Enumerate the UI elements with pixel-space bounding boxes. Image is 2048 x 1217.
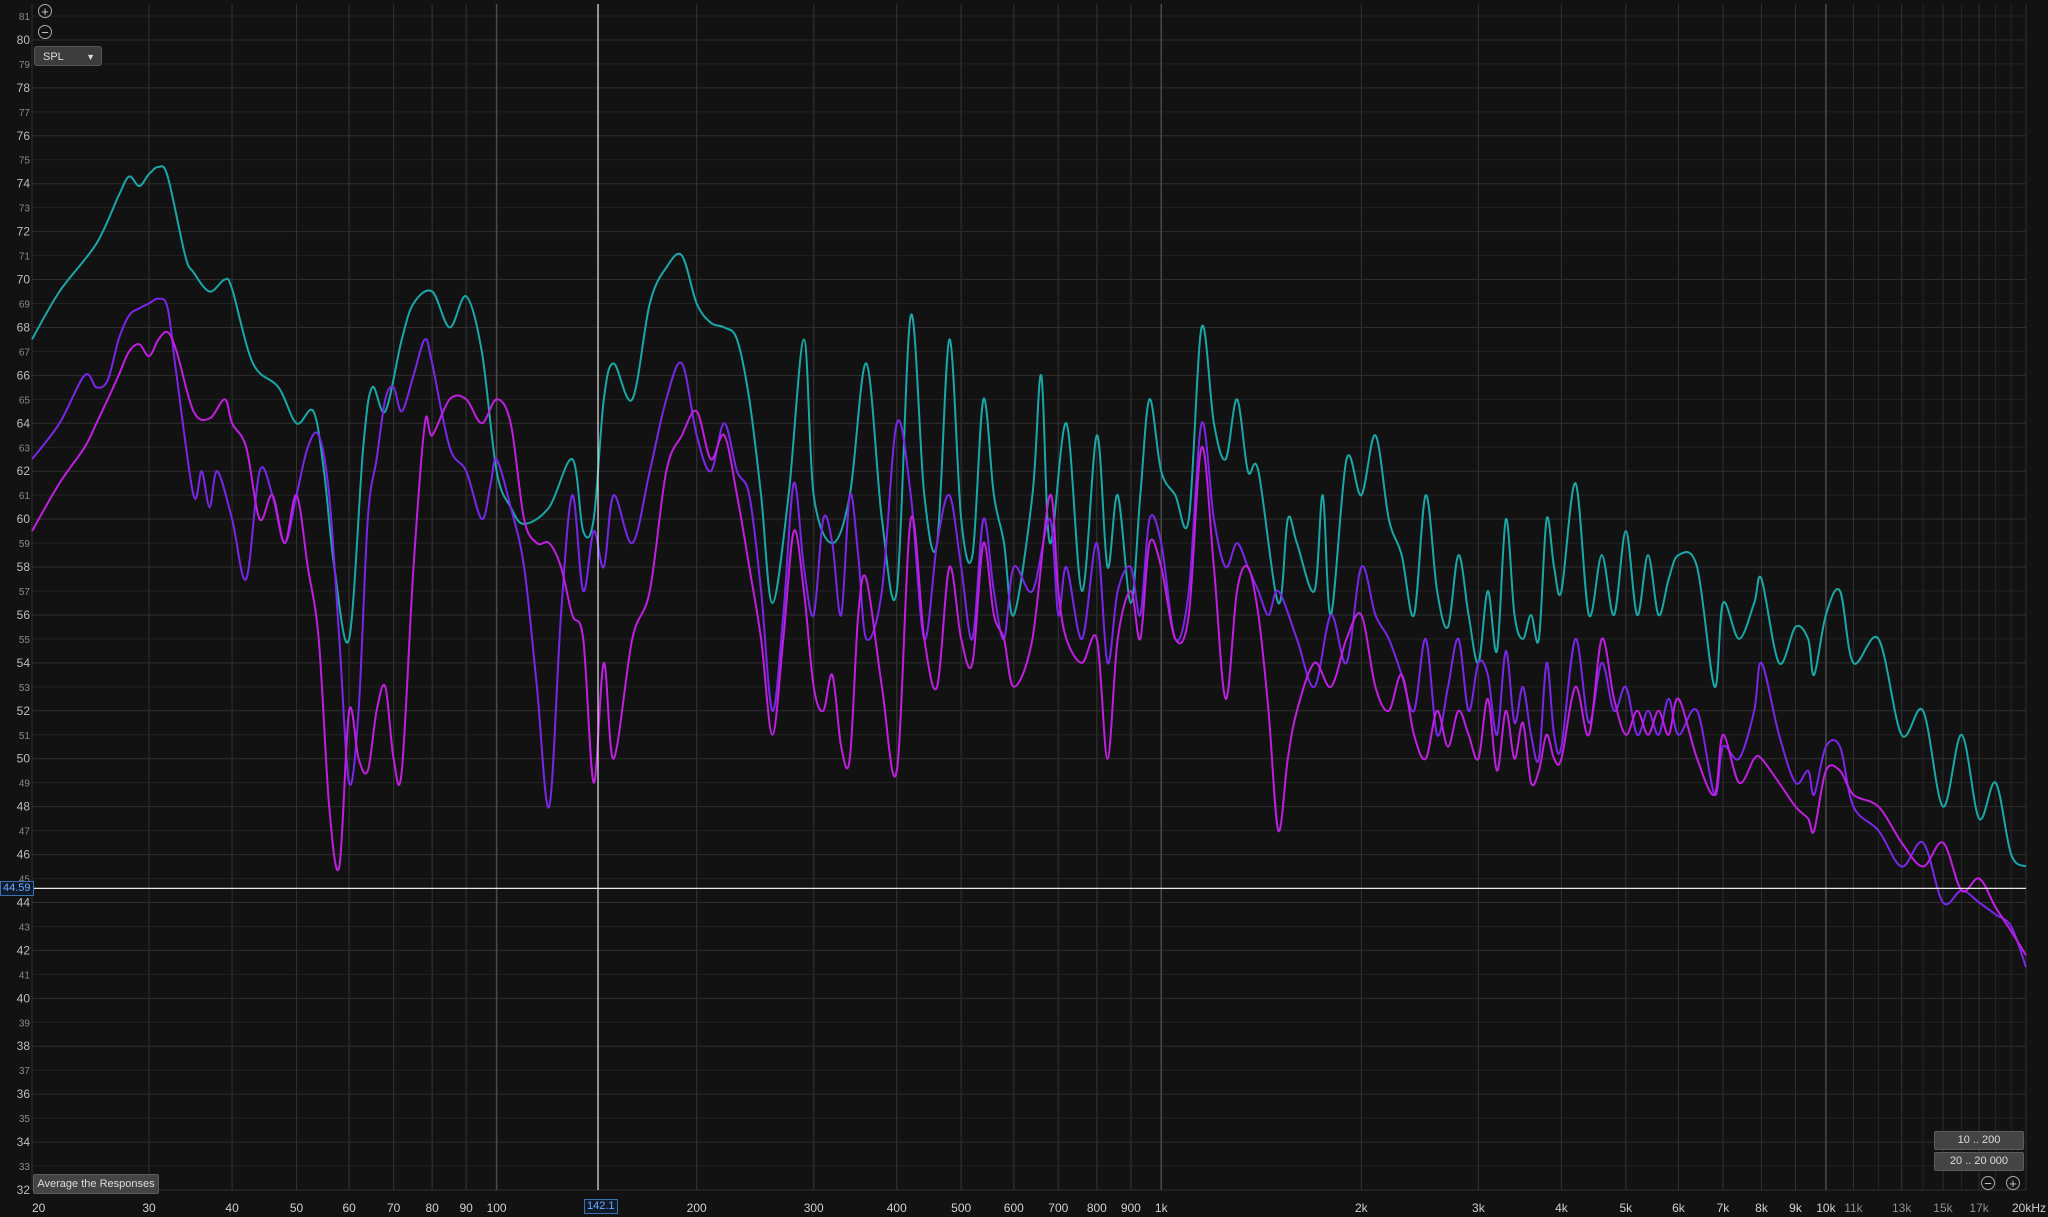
x-tick-label: 13k <box>1892 1201 1912 1215</box>
y-tick-label: 67 <box>19 347 31 358</box>
x-tick-label: 500 <box>951 1201 971 1215</box>
y-tick-label: 74 <box>17 177 31 191</box>
x-tick-label: 70 <box>387 1201 401 1215</box>
y-tick-label: 44 <box>17 895 31 909</box>
y-tick-label: 75 <box>19 156 31 167</box>
y-tick-label: 80 <box>17 33 31 47</box>
average-responses-button[interactable]: Average the Responses <box>33 1174 159 1194</box>
y-tick-label: 39 <box>19 1018 31 1029</box>
y-tick-label: 33 <box>19 1162 31 1173</box>
x-tick-label: 200 <box>687 1201 707 1215</box>
y-tick-label: 59 <box>19 539 31 550</box>
y-tick-label: 47 <box>19 827 31 838</box>
y-tick-label: 62 <box>17 464 31 478</box>
x-tick-label: 10k <box>1816 1201 1836 1215</box>
x-tick-label: 400 <box>887 1201 907 1215</box>
x-tick-label: 30 <box>142 1201 156 1215</box>
y-tick-label: 79 <box>19 60 31 71</box>
y-tick-label: 51 <box>19 731 31 742</box>
y-tick-label: 69 <box>19 299 31 310</box>
x-tick-label: 4k <box>1555 1201 1569 1215</box>
x-tick-label: 40 <box>225 1201 239 1215</box>
x-tick-label: 800 <box>1087 1201 1107 1215</box>
y-tick-label: 35 <box>19 1114 31 1125</box>
y-tick-label: 50 <box>17 752 31 766</box>
y-tick-label: 58 <box>17 560 31 574</box>
x-tick-label: 6k <box>1672 1201 1686 1215</box>
x-tick-label: 60 <box>342 1201 356 1215</box>
y-tick-label: 66 <box>17 368 31 382</box>
x-tick-label: 20 <box>32 1201 46 1215</box>
y-tick-label: 61 <box>19 491 31 502</box>
y-tick-label: 78 <box>17 81 31 95</box>
y-tick-label: 70 <box>17 273 31 287</box>
cursor-x-readout: 142.1 <box>584 1199 618 1214</box>
x-tick-label: 2k <box>1355 1201 1369 1215</box>
x-tick-label: 11k <box>1844 1201 1863 1215</box>
y-tick-label: 52 <box>17 704 31 718</box>
x-tick-label: 1k <box>1155 1201 1169 1215</box>
spl-select[interactable]: SPL ▼ <box>34 46 102 66</box>
y-tick-label: 71 <box>19 252 31 263</box>
y-tick-label: 42 <box>17 943 31 957</box>
x-tick-label: 5k <box>1619 1201 1633 1215</box>
y-tick-label: 55 <box>19 635 31 646</box>
x-tick-label: 300 <box>804 1201 824 1215</box>
x-tick-label: 80 <box>425 1201 439 1215</box>
zoom-out-icon[interactable]: − <box>1981 1176 1995 1190</box>
zoom-out-icon[interactable]: − <box>38 25 52 39</box>
x-tick-label: 100 <box>487 1201 507 1215</box>
y-tick-label: 60 <box>17 512 31 526</box>
y-tick-label: 53 <box>19 683 31 694</box>
range-10-200-button[interactable]: 10 .. 200 <box>1934 1131 2024 1150</box>
x-tick-label: 9k <box>1789 1201 1803 1215</box>
chart-background <box>0 0 2048 1217</box>
y-tick-label: 76 <box>17 129 31 143</box>
x-tick-label: 3k <box>1472 1201 1486 1215</box>
y-tick-label: 46 <box>17 848 31 862</box>
x-tick-label: 700 <box>1048 1201 1068 1215</box>
zoom-in-icon[interactable]: + <box>2006 1176 2020 1190</box>
cursor-y-readout: 44.59 <box>0 881 34 897</box>
x-tick-label: 50 <box>290 1201 304 1215</box>
y-tick-label: 36 <box>17 1087 31 1101</box>
y-tick-label: 64 <box>17 416 31 430</box>
x-tick-label: 7k <box>1717 1201 1731 1215</box>
spl-select-value: SPL <box>43 51 64 63</box>
spl-chart[interactable]: 3233343536373839404142434445464748495051… <box>0 0 2048 1217</box>
y-tick-label: 40 <box>17 991 31 1005</box>
x-tick-label: 8k <box>1755 1201 1769 1215</box>
y-tick-label: 56 <box>17 608 31 622</box>
y-tick-label: 48 <box>17 800 31 814</box>
y-tick-label: 73 <box>19 204 31 215</box>
x-tick-label: 900 <box>1121 1201 1141 1215</box>
x-tick-label: 90 <box>459 1201 473 1215</box>
x-tick-label: 17k <box>1969 1201 1989 1215</box>
y-tick-label: 63 <box>19 443 31 454</box>
y-tick-label: 41 <box>19 970 31 981</box>
range-20-20000-button[interactable]: 20 .. 20 000 <box>1934 1152 2024 1171</box>
zoom-in-icon[interactable]: + <box>38 4 52 18</box>
y-tick-label: 57 <box>19 587 31 598</box>
y-tick-label: 65 <box>19 395 31 406</box>
y-tick-label: 68 <box>17 320 31 334</box>
y-tick-label: 43 <box>19 922 31 933</box>
y-tick-label: 72 <box>17 225 31 239</box>
y-tick-label: 32 <box>17 1183 31 1197</box>
x-tick-label: 600 <box>1004 1201 1024 1215</box>
x-tick-label: 20kHz <box>2012 1201 2046 1215</box>
y-tick-label: 77 <box>19 108 31 119</box>
y-tick-label: 34 <box>17 1135 31 1149</box>
y-tick-label: 49 <box>19 779 31 790</box>
y-tick-label: 38 <box>17 1039 31 1053</box>
chevron-down-icon: ▼ <box>86 52 95 62</box>
x-tick-label: 15k <box>1933 1201 1953 1215</box>
y-tick-label: 81 <box>19 12 31 23</box>
y-tick-label: 54 <box>17 656 31 670</box>
y-tick-label: 37 <box>19 1066 31 1077</box>
